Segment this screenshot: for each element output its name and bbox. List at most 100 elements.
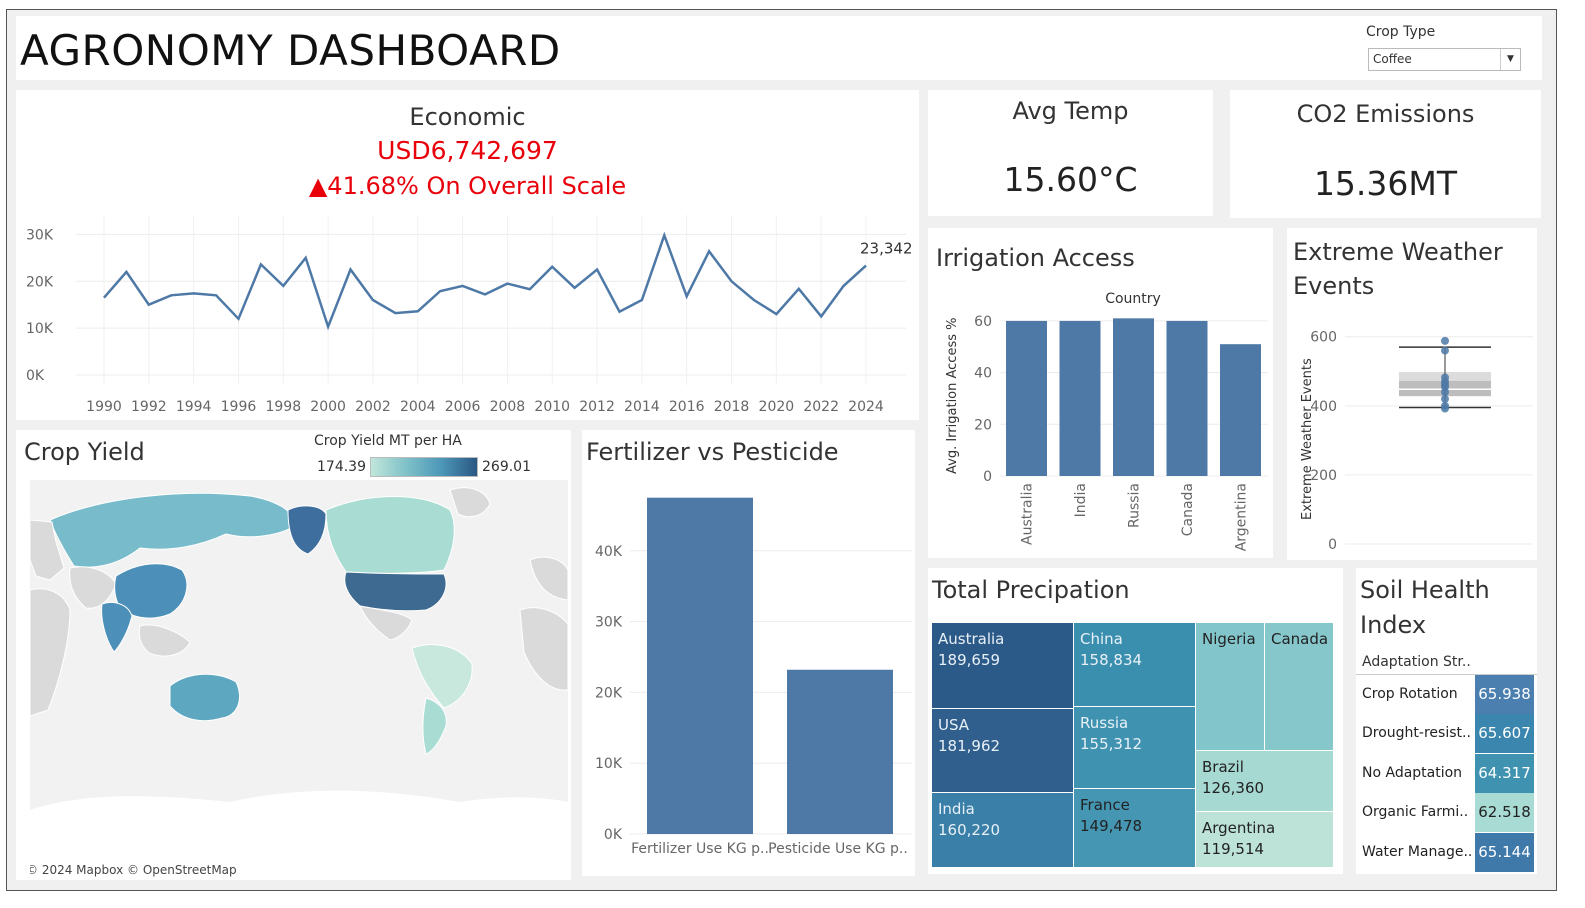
economic-x-tick: 2012 <box>579 399 615 415</box>
irrigation-bar-chart: Country Avg. Irrigation Access % 0 20 40 60… <box>945 291 1268 551</box>
avg-temp-title: Avg Temp <box>1012 97 1129 125</box>
fert-x-tick: Fertilizer Use KG p.. <box>631 841 769 857</box>
irrigation-y-tick: 40 <box>974 366 992 382</box>
irrigation-x-tick: Australia <box>1020 483 1036 545</box>
soil-row-label: No Adaptation <box>1362 764 1463 781</box>
irrigation-y-tick: 20 <box>974 417 992 433</box>
economic-line-chart: 0K 10K 20K 30K 1990 1992 1994 1996 1998 2000 2002… <box>26 215 913 415</box>
map-alaska-region <box>287 505 327 555</box>
precip-cell-name: Russia <box>1080 714 1128 732</box>
weather-y-tick: 400 <box>1310 399 1337 415</box>
avg-temp-value: 15.60°C <box>1003 160 1138 199</box>
map-usa-region <box>344 571 447 612</box>
economic-x-tick: 2008 <box>490 399 526 415</box>
map-attribution: © 2024 Mapbox © OpenStreetMap <box>30 863 237 877</box>
irrigation-panel: Irrigation Access Country Avg. Irrigatio… <box>928 228 1273 558</box>
fert-x-tick: Pesticide Use KG p.. <box>768 841 908 857</box>
weather-box-plot: Extreme Weather Events 0 200 400 600 <box>1300 330 1533 553</box>
co2-value: 15.36MT <box>1313 164 1458 203</box>
fert-y-tick: 30K <box>595 615 623 631</box>
soil-row-value: 65.938 <box>1475 675 1534 714</box>
soil-title-line2: Index <box>1360 611 1427 639</box>
economic-panel: Economic USD6,742,697 ▲41.68% On Overall… <box>16 90 919 420</box>
economic-x-tick: 2004 <box>400 399 436 415</box>
precip-cell-name: Canada <box>1271 630 1328 648</box>
precip-cell-value: 189,659 <box>938 651 1000 669</box>
fert-bar <box>787 669 893 834</box>
weather-y-tick: 600 <box>1310 330 1337 346</box>
map-canada-region <box>325 496 455 574</box>
crop-yield-legend-title: Crop Yield MT per HA <box>314 433 462 449</box>
economic-x-tick: 2018 <box>714 399 750 415</box>
irrigation-x-tick: Russia <box>1127 483 1143 528</box>
irrigation-bar <box>1113 318 1154 476</box>
weather-point <box>1441 336 1449 345</box>
soil-row-label: Crop Rotation <box>1362 686 1458 702</box>
precip-cell-value: 155,312 <box>1080 735 1142 753</box>
weather-point <box>1441 404 1449 413</box>
economic-x-tick: 2010 <box>534 399 570 415</box>
precip-panel: Total Precipation Australia 189,659 USA 181… <box>928 568 1343 874</box>
page-title: AGRONOMY DASHBOARD <box>20 26 561 75</box>
soil-row-label: Drought-resist.. <box>1362 725 1471 742</box>
precip-cell-value: 181,962 <box>938 737 1000 755</box>
weather-y-tick: 0 <box>1328 537 1337 553</box>
precip-cell-name: USA <box>938 716 970 734</box>
crop-yield-legend-min: 174.39 <box>317 459 366 475</box>
economic-x-tick: 2016 <box>669 399 705 415</box>
soil-table: Crop Rotation 65.938 Drought-resist.. 65.60… <box>1356 674 1537 872</box>
economic-y-tick: 0K <box>26 368 45 384</box>
irrigation-y-tick: 60 <box>974 314 992 330</box>
co2-panel: CO2 Emissions 15.36MT <box>1230 90 1541 218</box>
economic-x-tick: 2002 <box>355 399 391 415</box>
economic-x-tick: 2006 <box>445 399 481 415</box>
irrigation-bar <box>1006 320 1047 476</box>
fert-y-tick: 10K <box>595 756 623 772</box>
irrigation-header: Country <box>1105 291 1161 307</box>
fert-bar-chart: 0K 10K 20K 30K 40K Fertilizer Use KG p.. Pest… <box>595 497 912 857</box>
crop-type-filter-label: Crop Type <box>1366 24 1436 40</box>
economic-x-tick: 2014 <box>624 399 660 415</box>
economic-y-tick: 30K <box>26 227 54 243</box>
map-india-region <box>101 602 133 653</box>
irrigation-bar <box>1220 344 1261 476</box>
precip-cell-name: Nigeria <box>1202 630 1256 648</box>
soil-row-label: Organic Farmi.. <box>1362 804 1469 821</box>
precip-cell-name: Argentina <box>1202 819 1275 837</box>
crop-yield-legend-max: 269.01 <box>482 459 531 475</box>
economic-x-tick: 2024 <box>848 399 884 415</box>
soil-row-value: 65.144 <box>1475 832 1534 872</box>
economic-x-tick: 2020 <box>759 399 795 415</box>
precip-cell-value: 160,220 <box>938 821 1000 839</box>
economic-x-tick: 1994 <box>176 399 212 415</box>
fert-y-tick: 0K <box>604 827 623 843</box>
crop-type-dropdown[interactable]: Coffee ▼ <box>1368 48 1521 71</box>
precip-treemap: Australia 189,659 USA 181,962 India 160,220 Ch… <box>932 623 1333 867</box>
precip-cell-name: Australia <box>938 630 1004 648</box>
map-russia-region <box>49 492 299 568</box>
map-europe-right-region <box>529 556 568 601</box>
economic-x-tick: 1990 <box>86 399 122 415</box>
map-africa-right-region <box>519 607 568 691</box>
map-greenland-region <box>449 487 491 518</box>
irrigation-x-tick: India <box>1073 483 1089 517</box>
precip-cell-value: 149,478 <box>1080 817 1142 835</box>
precip-cell-name: China <box>1080 630 1123 648</box>
soil-row: No Adaptation 64.317 <box>1356 753 1537 793</box>
crop-yield-legend-gradient <box>370 457 478 477</box>
crop-yield-map[interactable]: © 2024 Mapbox © OpenStreetMap <box>30 480 568 878</box>
map-se-asia-region <box>138 624 191 657</box>
precip-cell-name: France <box>1080 796 1130 814</box>
weather-y-tick: 200 <box>1310 468 1337 484</box>
chevron-down-icon: ▼ <box>1500 49 1520 70</box>
co2-title: CO2 Emissions <box>1296 100 1475 128</box>
irrigation-x-tick: Canada <box>1180 483 1196 536</box>
fert-y-tick: 40K <box>595 544 623 560</box>
soil-row: Crop Rotation 65.938 <box>1356 675 1537 714</box>
map-brazil-region <box>411 644 473 709</box>
soil-row-value: 64.317 <box>1475 753 1534 793</box>
header-panel: AGRONOMY DASHBOARD Crop Type Coffee ▼ <box>16 16 1542 80</box>
avg-temp-panel: Avg Temp 15.60°C <box>928 90 1213 216</box>
soil-row-value: 65.607 <box>1475 714 1534 754</box>
economic-y-tick: 10K <box>26 321 54 337</box>
